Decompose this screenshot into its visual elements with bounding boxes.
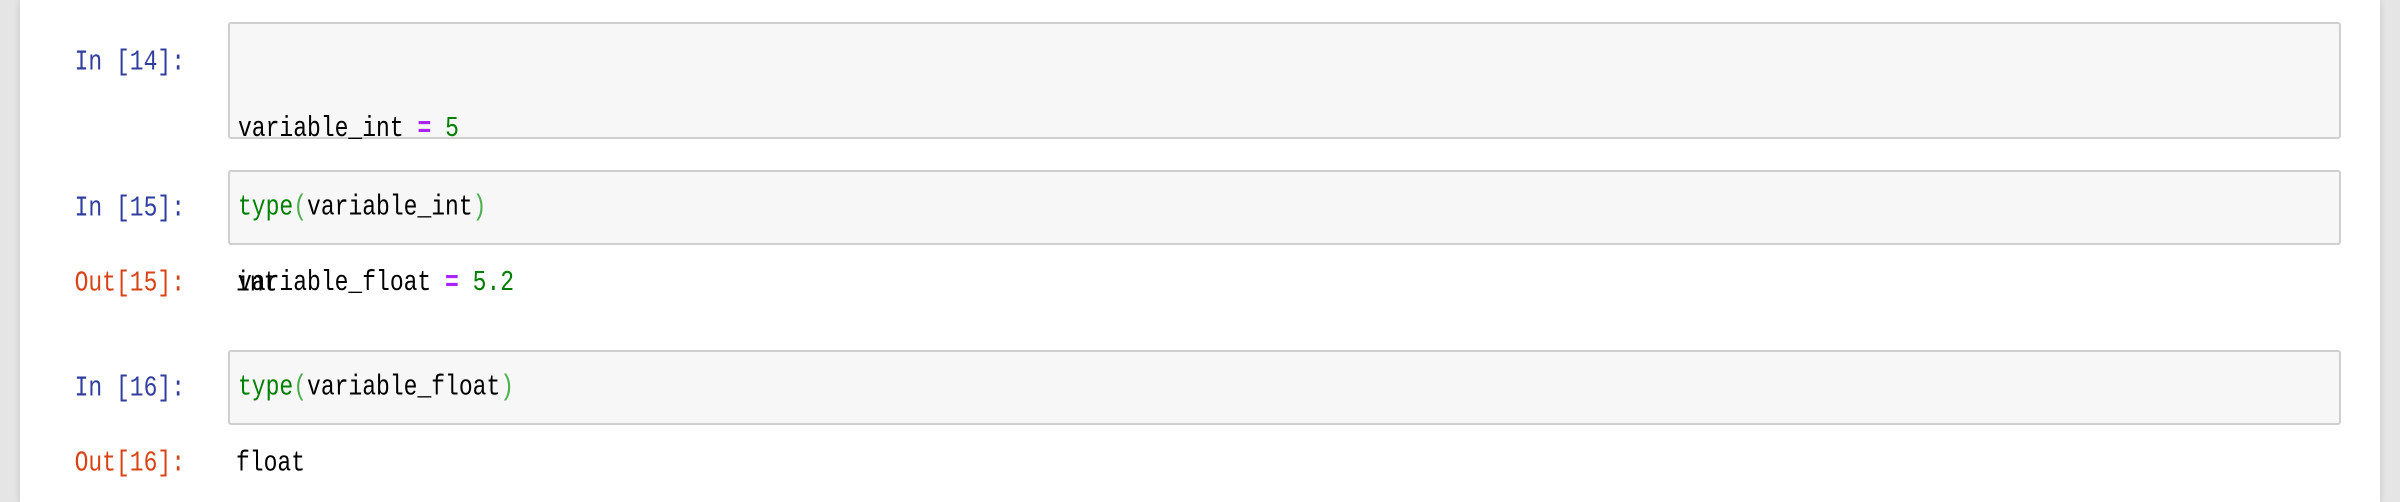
number-literal: 5.2 xyxy=(472,266,515,299)
variable-name: variable_float xyxy=(307,370,501,404)
code-cell-15[interactable]: type(variable_int) xyxy=(228,170,2341,245)
operator: = xyxy=(445,266,459,299)
builtin-function: type xyxy=(238,370,294,404)
output-prompt-15: Out[15]: xyxy=(74,266,185,300)
input-prompt-16: In [16]: xyxy=(74,371,185,405)
paren: ( xyxy=(293,370,308,404)
code-editor[interactable]: type(variable_float) xyxy=(238,362,514,413)
operator: = xyxy=(417,112,432,145)
number-literal: 5 xyxy=(445,112,459,145)
variable-name: variable_int xyxy=(238,112,404,145)
paren: ) xyxy=(472,190,487,224)
builtin-function: type xyxy=(238,190,294,224)
input-prompt-15: In [15]: xyxy=(74,191,185,225)
paren: ( xyxy=(293,190,308,224)
code-editor[interactable]: type(variable_int) xyxy=(238,182,486,233)
code-line: variable_int = 5 xyxy=(238,104,514,155)
output-text-16: float xyxy=(236,446,306,480)
input-prompt-14: In [14]: xyxy=(74,45,185,79)
variable-name: variable_int xyxy=(307,190,473,224)
output-text-15: int xyxy=(236,266,278,300)
paren: ) xyxy=(500,370,515,404)
notebook-panel: In [14]: variable_int = 5 variable_float… xyxy=(20,0,2380,502)
code-cell-16[interactable]: type(variable_float) xyxy=(228,350,2341,425)
code-cell-14[interactable]: variable_int = 5 variable_float = 5.2 xyxy=(228,22,2341,299)
code-line: variable_float = 5.2 xyxy=(238,257,514,308)
output-prompt-16: Out[16]: xyxy=(74,446,185,480)
